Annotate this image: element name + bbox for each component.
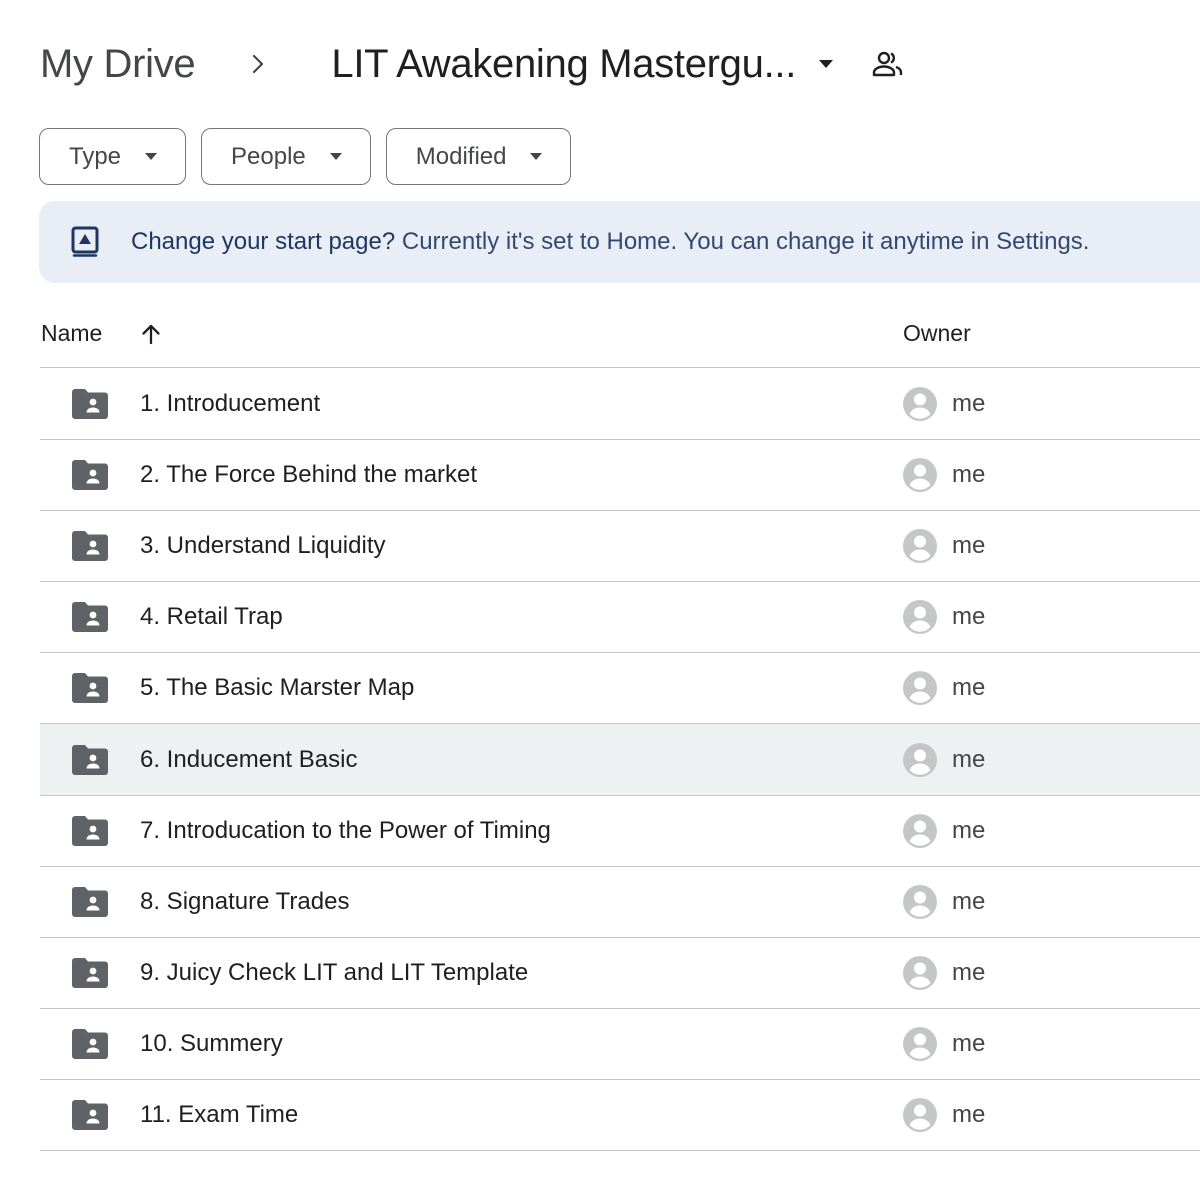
filter-people-label: People (231, 142, 306, 170)
filter-modified-label: Modified (415, 142, 507, 170)
file-name: 7. Introducation to the Power of Timing (140, 816, 551, 844)
filter-chips: Type People Modified (39, 128, 572, 185)
filter-people[interactable]: People (201, 128, 371, 185)
file-name: 10. Summery (140, 1029, 283, 1057)
shared-folder-icon (72, 886, 108, 917)
caret-down-icon (530, 153, 543, 160)
avatar-icon (903, 955, 937, 990)
file-name: 5. The Basic Marster Map (140, 674, 415, 702)
caret-down-icon (145, 153, 158, 160)
shared-folder-icon (72, 460, 108, 491)
column-header-name[interactable]: Name (41, 320, 102, 347)
shared-folder-icon (72, 957, 108, 988)
file-name: 9. Juicy Check LIT and LIT Template (140, 958, 529, 986)
caret-down-icon (818, 59, 834, 69)
table-row[interactable]: 6. Inducement Basic me (40, 724, 1200, 796)
owner-name: me (952, 674, 986, 702)
avatar-icon (903, 1097, 937, 1132)
table-row[interactable]: 1. Introducement me (40, 369, 1200, 441)
file-name: 8. Signature Trades (140, 887, 350, 915)
filter-type-label: Type (69, 142, 122, 170)
table-row[interactable]: 11. Exam Time me (40, 1080, 1200, 1152)
column-header-owner[interactable]: Owner (903, 320, 971, 347)
caret-down-icon (329, 153, 342, 160)
owner-name: me (952, 461, 986, 489)
avatar-icon (903, 1026, 937, 1061)
table-row[interactable]: 4. Retail Trap me (40, 582, 1200, 654)
start-page-banner: Change your start page? Currently it's s… (39, 201, 1200, 283)
filter-modified[interactable]: Modified (385, 128, 572, 185)
banner-message: Change your start page? Currently it's s… (131, 228, 1089, 256)
breadcrumb: My Drive LIT Awakening Mastergu... (40, 36, 904, 92)
table-row[interactable]: 5. The Basic Marster Map me (40, 653, 1200, 725)
owner-name: me (952, 1100, 986, 1128)
file-name: 4. Retail Trap (140, 603, 283, 631)
file-list-header: Name Owner (40, 300, 1200, 368)
owner-name: me (952, 1029, 986, 1057)
owner-name: me (952, 390, 986, 418)
owner-name: me (952, 958, 986, 986)
filter-type[interactable]: Type (39, 128, 187, 185)
avatar-icon (903, 813, 937, 848)
table-row[interactable]: 7. Introducation to the Power of Timing … (40, 796, 1200, 867)
table-row[interactable]: 2. The Force Behind the market me (40, 440, 1200, 512)
shared-folder-icon (72, 389, 108, 420)
owner-name: me (952, 532, 986, 560)
avatar-icon (903, 458, 937, 493)
current-folder-title: LIT Awakening Mastergu... (331, 41, 797, 86)
avatar-icon (903, 600, 937, 635)
shared-people-icon[interactable] (872, 50, 904, 78)
avatar-icon (903, 742, 937, 777)
avatar-icon (903, 671, 937, 706)
avatar-icon (903, 884, 937, 919)
file-name: 1. Introducement (140, 390, 321, 418)
avatar-icon (903, 529, 937, 564)
banner-detail[interactable]: Currently it's set to Home. You can chan… (402, 228, 1090, 255)
table-row[interactable]: 3. Understand Liquidity me (40, 511, 1200, 583)
file-name: 11. Exam Time (140, 1100, 299, 1128)
shared-folder-icon (72, 815, 108, 846)
chevron-right-icon (235, 53, 281, 75)
banner-title: Change your start page? (131, 228, 396, 255)
arrow-up-icon[interactable] (140, 323, 162, 345)
owner-name: me (952, 816, 986, 844)
shared-folder-icon (72, 1028, 108, 1059)
shared-folder-icon (72, 1099, 108, 1130)
table-row[interactable]: 8. Signature Trades me (40, 867, 1200, 938)
shared-folder-icon (72, 744, 108, 775)
file-name: 3. Understand Liquidity (140, 532, 386, 560)
owner-name: me (952, 887, 986, 915)
owner-name: me (952, 745, 986, 773)
shared-folder-icon (72, 531, 108, 562)
table-row[interactable]: 9. Juicy Check LIT and LIT Template me (40, 938, 1200, 1009)
breadcrumb-my-drive[interactable]: My Drive (40, 42, 196, 87)
file-list: 1. Introducement me 2. The Force Behind … (40, 369, 1200, 1152)
table-row[interactable]: 10. Summery me (40, 1009, 1200, 1080)
file-name: 2. The Force Behind the market (140, 461, 478, 489)
owner-name: me (952, 603, 986, 631)
avatar-icon (903, 387, 937, 422)
file-name: 6. Inducement Basic (140, 745, 358, 773)
current-folder-menu[interactable]: LIT Awakening Mastergu... (331, 42, 834, 87)
shared-folder-icon (72, 602, 108, 633)
drive-start-page-icon (70, 225, 100, 259)
shared-folder-icon (72, 673, 108, 704)
